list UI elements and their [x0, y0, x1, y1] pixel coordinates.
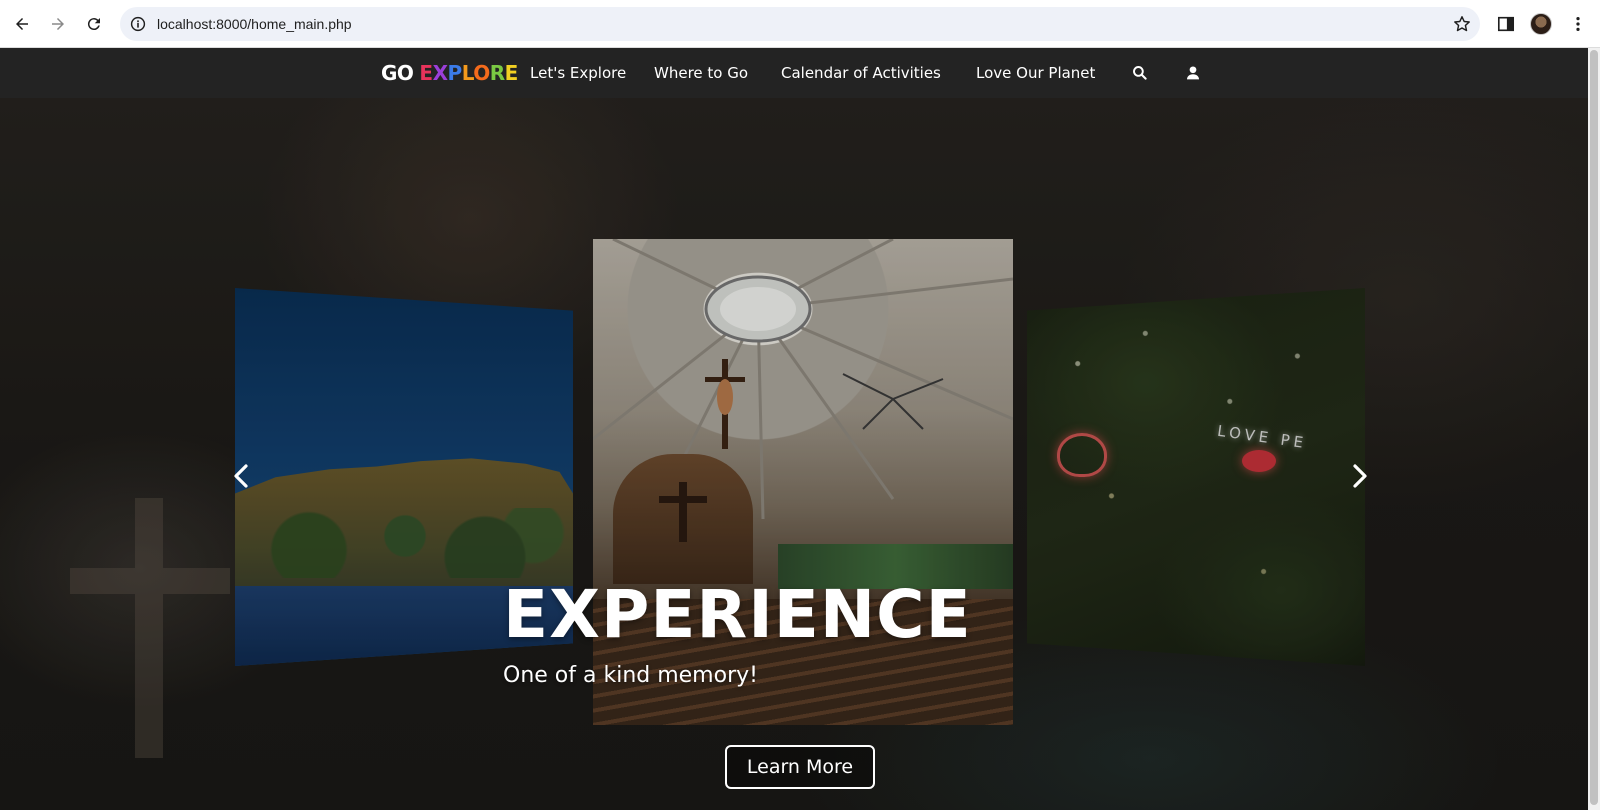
- side-panel-icon[interactable]: [1490, 8, 1522, 40]
- nav-love-our-planet[interactable]: Love Our Planet: [976, 48, 1095, 98]
- hero-carousel: LOVE PE EXPERIENCE One of a kind memory!…: [0, 98, 1600, 810]
- more-menu-icon[interactable]: [1562, 8, 1594, 40]
- logo-letter: R: [489, 61, 505, 85]
- logo-letter: P: [447, 61, 463, 85]
- browser-toolbar: localhost:8000/home_main.php: [0, 0, 1600, 48]
- logo-letter: E: [504, 61, 519, 85]
- page-scrollbar[interactable]: [1588, 48, 1600, 810]
- hero-subline: One of a kind memory!: [503, 663, 758, 688]
- nav-where-to-go[interactable]: Where to Go: [654, 48, 748, 98]
- search-icon[interactable]: [1130, 63, 1150, 83]
- logo-letter: L: [461, 61, 474, 85]
- url-text[interactable]: localhost:8000/home_main.php: [157, 7, 352, 41]
- prev-slide-button[interactable]: [229, 461, 253, 491]
- user-icon[interactable]: [1183, 63, 1203, 83]
- logo-letter: E: [419, 61, 433, 85]
- nav-calendar-of-activities[interactable]: Calendar of Activities: [781, 48, 941, 98]
- logo-letter: O: [473, 61, 490, 85]
- site-navbar: GO EXPLORE Let's Explore Where to Go Cale…: [0, 48, 1600, 98]
- forward-icon[interactable]: [42, 8, 74, 40]
- logo-letter: X: [432, 61, 448, 85]
- address-bar[interactable]: localhost:8000/home_main.php: [120, 7, 1480, 41]
- site-info-icon[interactable]: [128, 14, 148, 34]
- next-slide-button[interactable]: [1348, 461, 1372, 491]
- hero-headline: EXPERIENCE: [503, 576, 972, 653]
- profile-avatar[interactable]: [1530, 13, 1552, 35]
- learn-more-button[interactable]: Learn More: [725, 745, 875, 789]
- back-icon[interactable]: [6, 8, 38, 40]
- reload-icon[interactable]: [78, 8, 110, 40]
- logo-go: GO: [381, 61, 414, 85]
- site-logo[interactable]: GO EXPLORE: [381, 48, 518, 98]
- bookmark-star-icon[interactable]: [1452, 14, 1472, 34]
- scrollbar-thumb[interactable]: [1590, 50, 1598, 805]
- nav-lets-explore[interactable]: Let's Explore: [530, 48, 626, 98]
